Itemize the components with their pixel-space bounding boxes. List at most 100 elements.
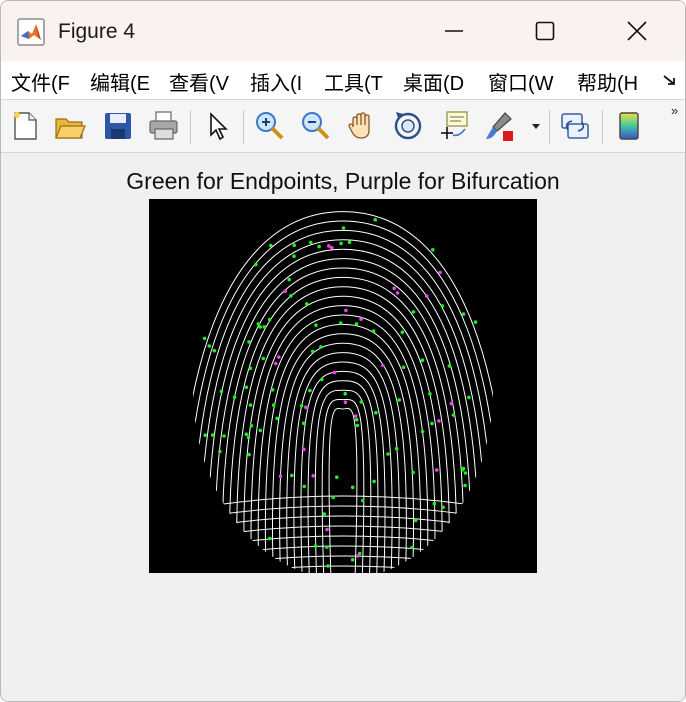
endpoint-marker	[302, 484, 307, 489]
endpoint-marker	[447, 364, 452, 368]
endpoint-marker	[287, 277, 291, 282]
toolbar	[1, 100, 685, 153]
endpoint-marker	[299, 404, 304, 408]
menu-edit[interactable]: 编辑(E	[90, 67, 150, 95]
endpoint-marker	[397, 398, 402, 402]
endpoint-marker	[317, 244, 321, 249]
window-title: Figure 4	[58, 20, 136, 43]
endpoint-marker	[326, 564, 330, 568]
endpoint-marker	[262, 325, 267, 329]
endpoint-marker	[431, 248, 435, 252]
bifurcation-marker	[344, 308, 348, 313]
endpoint-marker	[258, 325, 263, 329]
endpoint-marker	[248, 366, 253, 370]
endpoint-marker	[420, 358, 425, 362]
endpoint-marker	[354, 417, 359, 422]
endpoint-marker	[325, 545, 329, 549]
endpoint-marker	[308, 240, 313, 245]
menu-help[interactable]: 帮助(H	[577, 67, 638, 95]
endpoint-marker	[343, 391, 347, 396]
endpoint-marker	[461, 466, 466, 471]
endpoint-marker	[275, 416, 279, 421]
endpoint-marker	[202, 336, 207, 341]
endpoint-marker	[219, 389, 224, 394]
endpoint-marker	[432, 501, 437, 506]
endpoint-marker	[354, 322, 359, 326]
toolbar-separator	[243, 110, 244, 144]
endpoint-marker	[355, 423, 360, 428]
bifurcation-marker	[392, 286, 396, 291]
menu-tools[interactable]: 工具(T	[324, 67, 383, 95]
menu-overflow-arrow-icon[interactable]	[661, 71, 679, 89]
endpoint-marker	[401, 365, 406, 370]
endpoint-marker	[386, 452, 390, 456]
endpoint-marker	[430, 421, 434, 426]
title-bar[interactable]: Figure 4	[1, 1, 685, 61]
minimize-button[interactable]	[424, 11, 484, 51]
menu-desktop[interactable]: 桌面(D	[403, 67, 464, 95]
fingerprint-minutiae-image[interactable]	[149, 199, 537, 573]
endpoint-marker	[301, 421, 306, 426]
bifurcation-marker	[327, 244, 331, 248]
endpoint-marker	[314, 323, 318, 327]
endpoint-marker	[292, 243, 296, 247]
endpoint-marker	[440, 304, 445, 308]
bifurcation-marker	[424, 294, 429, 298]
bifurcation-marker	[343, 400, 348, 404]
rotate-3d-icon[interactable]	[391, 109, 425, 143]
endpoint-marker	[270, 388, 275, 392]
pan-hand-icon[interactable]	[345, 109, 379, 143]
image-background	[149, 199, 537, 573]
figure-canvas: Green for Endpoints, Purple for Bifurcat…	[1, 153, 685, 701]
endpoint-marker	[244, 385, 249, 390]
endpoint-marker	[463, 471, 468, 475]
zoom-out-icon[interactable]	[299, 109, 333, 143]
new-figure-icon[interactable]	[9, 109, 43, 143]
open-file-icon[interactable]	[53, 109, 87, 143]
colorbar-icon[interactable]	[612, 109, 646, 143]
endpoint-marker	[267, 317, 272, 322]
select-pointer-icon[interactable]	[201, 109, 235, 143]
endpoint-marker	[372, 479, 376, 484]
menu-insert[interactable]: 插入(I	[250, 67, 302, 95]
endpoint-marker	[350, 485, 355, 490]
zoom-in-icon[interactable]	[253, 109, 287, 143]
save-icon[interactable]	[101, 109, 135, 143]
toolbar-overflow[interactable]: »	[671, 103, 678, 118]
link-plot-icon[interactable]	[558, 109, 592, 143]
endpoint-marker	[331, 495, 335, 500]
bifurcation-marker	[305, 406, 309, 410]
menu-bar: 文件(F 编辑(E 查看(V 插入(I 工具(T 桌面(D 窗口(W 帮助(H	[1, 61, 685, 100]
endpoint-marker	[428, 392, 432, 396]
endpoint-marker	[359, 400, 364, 404]
endpoint-marker	[210, 433, 215, 437]
menu-window[interactable]: 窗口(W	[488, 67, 554, 95]
endpoint-marker	[350, 557, 355, 562]
endpoint-marker	[203, 433, 207, 437]
endpoint-marker	[269, 243, 273, 248]
brush-icon[interactable]	[483, 109, 517, 143]
bifurcation-marker	[434, 468, 439, 472]
bifurcation-marker	[395, 291, 400, 295]
endpoint-marker	[461, 312, 466, 316]
endpoint-marker	[371, 329, 376, 333]
data-cursor-icon[interactable]	[437, 109, 471, 143]
brush-dropdown-icon[interactable]	[529, 109, 543, 143]
bifurcation-marker	[355, 554, 360, 558]
maximize-button[interactable]	[515, 11, 575, 51]
print-icon[interactable]	[147, 109, 181, 143]
toolbar-separator	[549, 110, 550, 144]
endpoint-marker	[451, 413, 456, 417]
menu-file[interactable]: 文件(F	[11, 67, 70, 95]
bifurcation-marker	[273, 361, 278, 366]
menu-view[interactable]: 查看(V	[169, 67, 229, 95]
endpoint-marker	[207, 344, 212, 348]
endpoint-marker	[322, 512, 327, 516]
endpoint-marker	[410, 545, 414, 550]
bifurcation-marker	[330, 246, 334, 250]
close-button[interactable]	[607, 11, 667, 51]
endpoint-marker	[232, 395, 237, 399]
endpoint-marker	[289, 294, 293, 298]
endpoint-marker	[247, 452, 251, 457]
bifurcation-marker	[438, 270, 442, 275]
